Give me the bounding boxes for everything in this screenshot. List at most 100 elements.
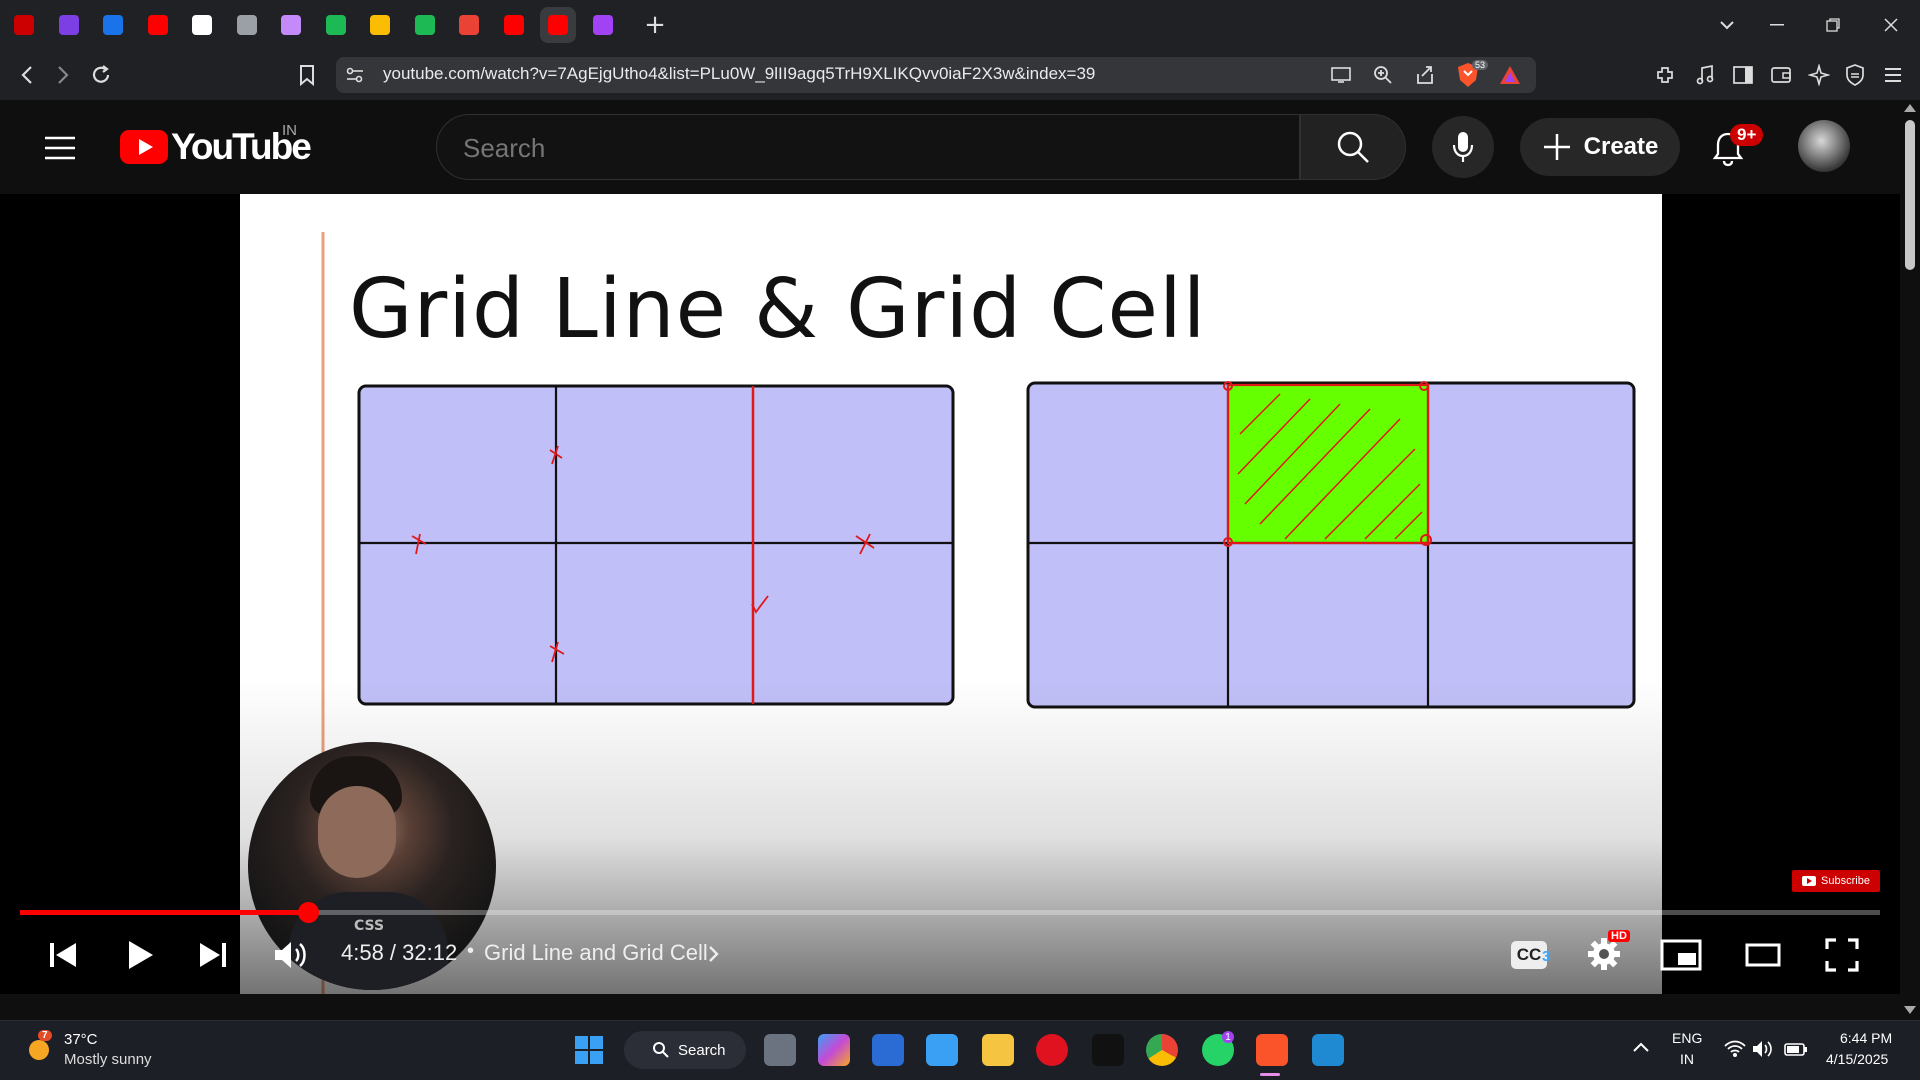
restore-window-icon[interactable]: [1818, 12, 1848, 38]
menu-icon[interactable]: [1880, 62, 1906, 88]
browser-tab[interactable]: [585, 7, 621, 43]
zoom-icon[interactable]: [1370, 62, 1396, 88]
browser-tab[interactable]: [140, 7, 176, 43]
new-tab-button[interactable]: +: [640, 10, 670, 40]
clock-time[interactable]: 6:44 PM: [1840, 1030, 1892, 1046]
browser-tab[interactable]: [407, 7, 443, 43]
temperature[interactable]: 37°C: [64, 1031, 98, 1048]
control-panel-icon[interactable]: [926, 1034, 958, 1066]
bookmark-icon[interactable]: [294, 62, 320, 88]
miniplayer-button[interactable]: [1658, 936, 1704, 974]
avatar[interactable]: [1798, 120, 1850, 172]
url-text[interactable]: youtube.com/watch?v=7AgEjgUtho4&list=PLu…: [383, 64, 1095, 84]
site-settings-icon[interactable]: [344, 64, 366, 86]
task-view-icon[interactable]: [764, 1034, 796, 1066]
browser-tab[interactable]: [496, 7, 532, 43]
search-button[interactable]: [1300, 114, 1406, 180]
browser-tab[interactable]: [95, 7, 131, 43]
guide-menu-icon[interactable]: [44, 134, 76, 162]
cast-icon[interactable]: [1328, 62, 1354, 88]
speaker-icon[interactable]: [1752, 1040, 1774, 1058]
avatar-icon: [281, 15, 301, 35]
whatsapp-badge: 1: [1222, 1031, 1234, 1043]
browser-tab[interactable]: [451, 7, 487, 43]
scroll-up-icon[interactable]: [1904, 104, 1916, 112]
search-input[interactable]: [461, 129, 1265, 167]
progress-scrubber[interactable]: [298, 902, 319, 923]
wifi-icon[interactable]: [1724, 1040, 1746, 1058]
brave-browser-icon[interactable]: [1256, 1034, 1288, 1066]
show-hidden-icons-chevron-icon[interactable]: [1632, 1040, 1652, 1056]
browser-tab[interactable]: [51, 7, 87, 43]
progress-bar[interactable]: [20, 902, 1880, 923]
brave-shields-icon[interactable]: 53: [1456, 60, 1489, 90]
previous-button[interactable]: [46, 938, 80, 972]
close-window-icon[interactable]: [1876, 12, 1906, 38]
youtube-icon: [147, 15, 168, 35]
weather-icon[interactable]: 7: [24, 1030, 54, 1064]
chapter-separator: •: [467, 940, 475, 962]
theater-mode-button[interactable]: [1740, 938, 1786, 972]
browser-tab[interactable]: [6, 7, 42, 43]
fullscreen-button[interactable]: [1820, 936, 1864, 974]
page-scrollbar[interactable]: [1900, 100, 1920, 1020]
vpn-shield-icon[interactable]: [1842, 62, 1868, 88]
s-letter-icon: [103, 15, 123, 35]
share-icon[interactable]: [1412, 62, 1438, 88]
input-region[interactable]: IN: [1680, 1051, 1694, 1067]
file-explorer-icon[interactable]: [982, 1034, 1014, 1066]
clock-date[interactable]: 4/15/2025: [1826, 1051, 1888, 1067]
next-button[interactable]: [196, 938, 230, 972]
chapter-title[interactable]: Grid Line and Grid Cell: [484, 940, 708, 966]
captions-button[interactable]: CC 3: [1500, 936, 1558, 974]
battery-icon[interactable]: [1784, 1040, 1808, 1058]
windows-icon: [575, 1036, 603, 1064]
active-app-indicator: [1260, 1073, 1280, 1076]
microsoft-store-icon[interactable]: [872, 1034, 904, 1066]
search-box[interactable]: [436, 114, 1300, 180]
subscribe-watermark[interactable]: Subscribe: [1792, 870, 1880, 892]
wallet-icon[interactable]: [1768, 62, 1794, 88]
chapter-chevron-icon[interactable]: [708, 944, 722, 964]
back-icon[interactable]: [14, 62, 40, 88]
browser-tab[interactable]: [318, 7, 354, 43]
vscode-icon[interactable]: [1312, 1034, 1344, 1066]
sidebar-icon[interactable]: [1730, 62, 1756, 88]
copilot-icon[interactable]: [818, 1034, 850, 1066]
extensions-icon[interactable]: [1652, 62, 1678, 88]
start-button[interactable]: [573, 1034, 605, 1066]
browser-tab[interactable]: [184, 7, 220, 43]
brave-rewards-icon[interactable]: [1498, 64, 1524, 88]
browser-tab[interactable]: [362, 7, 398, 43]
notifications-button[interactable]: 9+: [1710, 124, 1764, 168]
miniplayer-icon: [1660, 939, 1702, 971]
cc-count: 3: [1542, 948, 1551, 965]
scroll-down-icon[interactable]: [1904, 1006, 1916, 1014]
browser-tab[interactable]: [540, 7, 576, 43]
taskbar-search[interactable]: Search: [624, 1031, 746, 1069]
mute-button[interactable]: [272, 938, 310, 972]
settings-button[interactable]: HD: [1580, 930, 1630, 976]
browser-tab[interactable]: [273, 7, 309, 43]
notification-badge: 9+: [1730, 124, 1764, 146]
media-icon[interactable]: [1692, 62, 1718, 88]
scroll-thumb[interactable]: [1905, 120, 1915, 270]
gmail-icon: [459, 15, 479, 35]
play-button[interactable]: [124, 936, 158, 974]
reload-icon[interactable]: [88, 62, 114, 88]
epic-games-icon[interactable]: [1092, 1034, 1124, 1066]
minimize-window-icon[interactable]: [1762, 12, 1792, 38]
forward-icon[interactable]: [50, 62, 76, 88]
chrome-icon[interactable]: [1146, 1034, 1178, 1066]
browser-tab[interactable]: [229, 7, 265, 43]
voice-search-button[interactable]: [1432, 116, 1494, 178]
tab-search-chevron-icon[interactable]: [1712, 12, 1742, 38]
leo-ai-icon[interactable]: [1806, 62, 1832, 88]
create-button[interactable]: Create: [1520, 118, 1680, 176]
youtube-logo-icon[interactable]: [120, 130, 168, 164]
input-language[interactable]: ENG: [1672, 1030, 1702, 1046]
search-icon: [1337, 131, 1369, 163]
weather-description[interactable]: Mostly sunny: [64, 1051, 152, 1068]
opera-icon[interactable]: [1036, 1034, 1068, 1066]
globe-icon: [236, 15, 257, 35]
